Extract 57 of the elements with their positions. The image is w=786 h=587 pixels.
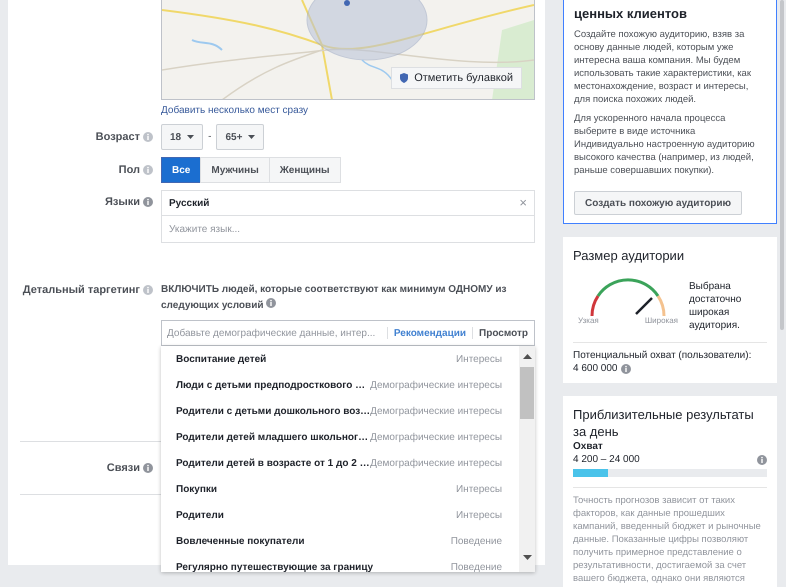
scroll-up-icon [522, 354, 532, 359]
suggestion-item[interactable]: Вовлеченные покупатели Поведение [161, 528, 520, 554]
language-tag: Русский [169, 198, 210, 208]
caret-icon [187, 135, 194, 139]
suggestion-item[interactable]: Родители Интересы [161, 502, 520, 528]
suggestion-item[interactable]: Родители детей младшего школьног… Демографические интересы [161, 424, 520, 450]
targeting-description: ВКЛЮЧИТЬ людей, которые соответствуют как минимум ОДНОМУ из следующих условий [161, 283, 508, 313]
info-icon [143, 197, 153, 207]
suggestion-item[interactable]: Люди с детьми предподросткового … Демографические интересы [161, 372, 520, 398]
field-label: Языки [104, 195, 140, 210]
gauge-label: Широкая [644, 316, 678, 325]
suggestion-item[interactable]: Воспитание детей Интересы [161, 346, 520, 372]
info-icon [757, 454, 767, 464]
info-icon [143, 285, 153, 295]
range-separator: - [208, 130, 212, 144]
age-dropdown[interactable]: 18 [161, 124, 204, 150]
field-label: Связи [106, 461, 140, 476]
gauge-label: Узкая [578, 316, 599, 325]
field-label: Возраст [96, 130, 140, 145]
gender-option[interactable]: Мужчины [200, 157, 270, 183]
info-icon [143, 463, 153, 473]
info-icon [143, 165, 153, 175]
card-text: Для ускоренного начала процесса выберите в виде источника Индивидуально настроенную аудиторию высокого качества (например, из людей, раньше совершавших покупки). [574, 112, 756, 177]
scroll-down-icon [522, 555, 532, 560]
recommendations-link[interactable]: Рекомендации [388, 328, 472, 338]
pin-button[interactable]: Отметить булавкой [391, 67, 522, 89]
field-label: Детальный таргетинг [22, 283, 140, 298]
scrollbar[interactable] [519, 346, 535, 572]
suggestion-item[interactable]: Родители с детьми дошкольного воз…Демографические интересы [161, 398, 520, 424]
caret-icon [248, 135, 256, 139]
card-title: ценных клиентов [574, 5, 688, 22]
gender-option[interactable]: Женщины [268, 157, 341, 183]
shield-icon [400, 73, 408, 83]
info-icon [266, 298, 276, 308]
field-label: Пол [118, 163, 140, 178]
card-title: Размер аудитории [573, 247, 686, 264]
suggestion-item[interactable]: Регулярно путешествующие за границу Поведение [161, 554, 520, 572]
language-field[interactable]: Русский × Укажите язык... [161, 190, 535, 243]
suggestion-item[interactable]: Родители детей в возрасте от 1 до 2 …Демографические интересы [161, 450, 520, 476]
add-locations-link[interactable]: Добавить несколько мест сразу [161, 105, 535, 117]
audience-verdict: Выбрана достаточно широкая аудитория. [689, 280, 742, 332]
reach-value: 4 600 000 [573, 362, 618, 375]
create-lookalike-button[interactable]: Создать похожую аудиторию [574, 191, 742, 215]
card-text: Создайте похожую аудиторию, взяв за основу данные людей, которым уже интересна ваша компания. Мы будем использовать такие характеристики, как местонахождение, возраст и интересы, для поиска похожих людей. [574, 28, 752, 106]
targeting-search-field[interactable]: Добавьте демографические данные, интер... Рекомендации Просмотр [161, 320, 535, 346]
reach-label: Потенциальный охват (пользователи): [573, 349, 752, 362]
info-icon [143, 132, 153, 142]
forecast-note: Точность прогнозов зависит от таких факторов, как данные прошедших кампаний, введенный бюджет и рыночные данные. Показанные цифры позволяют получить примерное представление о результативности, достигаемой за счет вашего бюджета, однако они являются [573, 494, 762, 585]
metric-label: Охват [573, 440, 604, 453]
scroll-thumb[interactable] [520, 367, 534, 419]
gender-option[interactable]: Все [161, 157, 202, 183]
reach-range: 4 200 – 24 000 [573, 453, 640, 466]
browse-link[interactable]: Просмотр [473, 328, 534, 338]
info-icon [620, 364, 630, 374]
age-dropdown[interactable]: 65+ [216, 124, 264, 150]
card-title: Приблизительные результаты за день [573, 406, 755, 440]
suggestion-item[interactable]: Покупки Интересы [161, 476, 520, 502]
